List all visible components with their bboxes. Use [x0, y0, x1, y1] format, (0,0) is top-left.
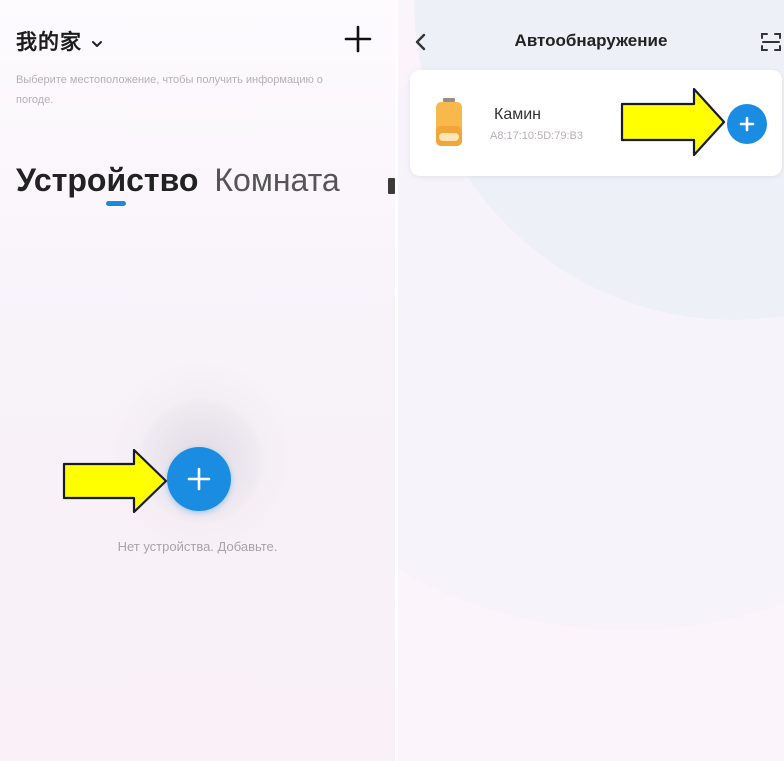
page-title: Автообнаружение — [514, 31, 668, 50]
add-icon — [739, 116, 755, 132]
empty-state-message: Нет устройства. Добавьте. — [117, 539, 278, 554]
tab-room[interactable]: Комната — [214, 162, 339, 199]
auto-discovery-screen: Автообнаружение Камин A8:17:10:5D:79:B3 — [398, 0, 784, 761]
device-list-screen: 我的家 Выберите местоположение, чтобы получ… — [0, 0, 395, 761]
scan-icon[interactable] — [760, 32, 782, 52]
device-thumbnail-icon — [434, 98, 464, 148]
weather-hint[interactable]: Выберите местоположение, чтобы получить … — [16, 70, 336, 110]
home-name: 我的家 — [16, 30, 82, 54]
device-name: Камин — [494, 106, 541, 123]
chevron-down-icon — [90, 36, 104, 47]
arrow-pointer-icon — [62, 448, 168, 514]
tab-overflow-peek — [388, 178, 395, 194]
plus-icon[interactable] — [343, 24, 373, 54]
tab-bar: Устройство Комната — [16, 162, 340, 199]
arrow-pointer-icon — [620, 87, 726, 157]
add-discovered-device-button[interactable] — [727, 104, 767, 144]
device-mac-address: A8:17:10:5D:79:B3 — [490, 130, 583, 142]
home-selector[interactable]: 我的家 — [16, 26, 104, 56]
tab-device[interactable]: Устройство — [16, 162, 198, 199]
add-device-button[interactable] — [167, 447, 231, 511]
add-device-icon — [187, 467, 211, 491]
tab-active-indicator — [106, 201, 126, 206]
